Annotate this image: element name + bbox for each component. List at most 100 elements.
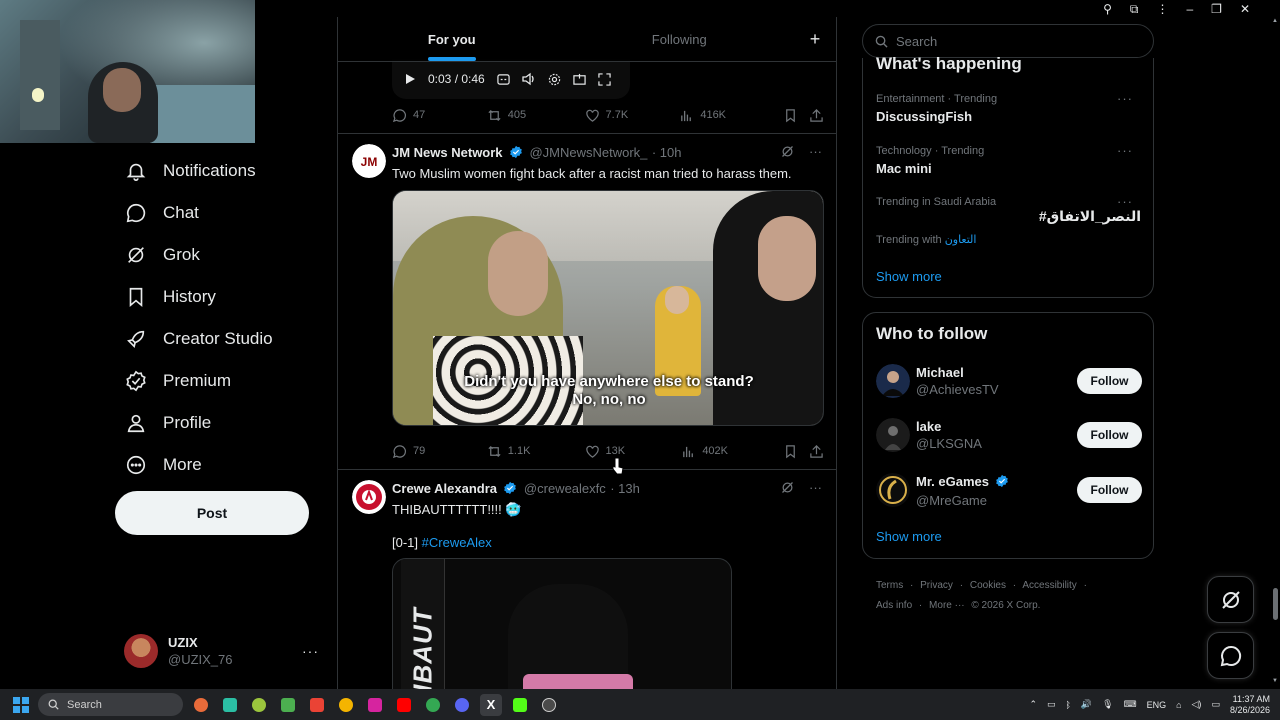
taskbar-app-chrome[interactable]	[422, 694, 444, 716]
show-more-link[interactable]: Show more	[876, 529, 942, 544]
taskbar-app-kick[interactable]	[509, 694, 531, 716]
taskbar-app-discord[interactable]	[451, 694, 473, 716]
taskbar-app-chat[interactable]	[335, 694, 357, 716]
share-icon[interactable]	[809, 108, 824, 123]
search-input[interactable]	[896, 33, 1136, 49]
follow-button[interactable]: Follow	[1077, 368, 1142, 394]
volume-icon[interactable]: ◁)	[1192, 699, 1202, 710]
settings-icon[interactable]	[548, 73, 561, 86]
close-icon[interactable]: ✕	[1240, 2, 1250, 16]
fullscreen-icon[interactable]	[598, 72, 611, 86]
taskbar-search[interactable]: Search	[38, 693, 183, 716]
reply-button[interactable]: 79	[392, 444, 487, 459]
account-more-icon[interactable]: ···	[302, 643, 319, 659]
footer-link-ads-info[interactable]: Ads info	[876, 600, 912, 611]
more-options-icon[interactable]: ···	[809, 144, 822, 159]
tray-overflow-icon[interactable]: ⌃	[1029, 699, 1037, 710]
post-button[interactable]: Post	[115, 491, 309, 535]
tray-app-icon[interactable]: ▭	[1047, 699, 1056, 710]
restore-icon[interactable]: ❐	[1211, 2, 1222, 16]
footer-link-accessibility[interactable]: Accessibility	[1022, 580, 1076, 591]
repost-button[interactable]: 405	[487, 108, 585, 123]
reply-button[interactable]: 47	[392, 108, 487, 123]
author-name[interactable]: Crewe Alexandra	[392, 481, 497, 496]
follow-suggestion[interactable]: Michael @AchievesTV Follow	[876, 361, 1142, 401]
follow-button[interactable]: Follow	[1077, 422, 1142, 448]
author-name[interactable]: JM News Network	[392, 145, 503, 160]
windows-start-icon[interactable]	[13, 697, 29, 713]
captions-icon[interactable]	[497, 73, 510, 86]
network-icon[interactable]: ⌂	[1176, 700, 1181, 710]
search-box[interactable]	[862, 24, 1154, 58]
show-more-link[interactable]: Show more	[876, 269, 942, 284]
grok-fab-button[interactable]	[1207, 576, 1254, 623]
trend-more-icon[interactable]: ···	[1117, 91, 1133, 106]
share-icon[interactable]	[809, 444, 824, 459]
footer-link-terms[interactable]: Terms	[876, 580, 903, 591]
scroll-up-icon[interactable]: ▲	[1272, 18, 1278, 24]
follow-suggestion[interactable]: lake @LKSGNA Follow	[876, 415, 1142, 455]
video-media[interactable]: Didn't you have anywhere else to stand? …	[392, 190, 824, 426]
trend-with-link[interactable]: التعاون	[945, 234, 977, 246]
zoom-icon[interactable]: ⚲	[1103, 2, 1112, 16]
tab-following[interactable]: Following	[566, 17, 794, 61]
nav-notifications[interactable]: Notifications	[115, 150, 325, 192]
taskbar-app-minecraft[interactable]	[277, 694, 299, 716]
views-button[interactable]: 402K	[681, 444, 783, 459]
pip-icon[interactable]	[573, 73, 586, 86]
nav-creator-studio[interactable]: Creator Studio	[115, 318, 325, 360]
messages-fab-button[interactable]	[1207, 632, 1254, 679]
language-indicator[interactable]: ENG	[1147, 700, 1167, 710]
taskbar-app-x[interactable]: X	[480, 693, 502, 716]
trend-more-icon[interactable]: ···	[1117, 194, 1133, 209]
author-handle[interactable]: @crewealexfc	[524, 481, 606, 496]
taskbar-app-obs[interactable]	[538, 694, 560, 716]
minimize-icon[interactable]: –	[1186, 2, 1193, 16]
avatar[interactable]: JM	[352, 144, 386, 178]
scroll-down-icon[interactable]: ▼	[1272, 678, 1278, 684]
repost-button[interactable]: 1.1K	[487, 444, 585, 459]
views-button[interactable]: 416K	[679, 108, 783, 123]
hashtag-link[interactable]: #CreweAlex	[422, 535, 492, 550]
browser-menu-icon[interactable]: ⋮	[1156, 2, 1168, 16]
volume-icon[interactable]	[522, 72, 536, 86]
taskbar-clock[interactable]: 11:37 AM 8/26/2026	[1230, 694, 1270, 716]
add-feed-icon[interactable]: +	[793, 17, 836, 61]
like-button[interactable]: 7.7K	[585, 108, 680, 123]
battery-icon[interactable]: ▭	[1211, 699, 1220, 710]
post-time[interactable]: · 13h	[610, 481, 640, 496]
footer-link-cookies[interactable]: Cookies	[970, 580, 1006, 591]
account-switcher[interactable]: UZIX @UZIX_76 ···	[115, 625, 325, 677]
follow-suggestion[interactable]: Mr. eGames @MreGame Follow	[876, 470, 1142, 510]
like-button[interactable]: 13K	[585, 444, 682, 459]
microphone-icon[interactable]: 🎙	[1102, 699, 1113, 710]
taskbar-app-gamepad[interactable]	[219, 694, 241, 716]
follow-button[interactable]: Follow	[1077, 477, 1142, 503]
trend-more-icon[interactable]: ···	[1117, 143, 1133, 158]
footer-link-more[interactable]: More ···	[929, 600, 965, 611]
trend-item[interactable]: Entertainment · Trending DiscussingFish …	[876, 91, 1141, 124]
grok-icon[interactable]	[780, 144, 795, 159]
nav-profile[interactable]: Profile	[115, 402, 325, 444]
post-media[interactable]: IBAUT	[392, 558, 732, 690]
nav-history[interactable]: History	[115, 276, 325, 318]
avatar[interactable]	[352, 480, 386, 514]
page-scrollbar[interactable]: ▲ ▼	[1271, 18, 1280, 688]
author-handle[interactable]: @JMNewsNetwork_	[529, 145, 647, 160]
nav-premium[interactable]: Premium	[115, 360, 325, 402]
speaker-icon[interactable]: 🔊	[1081, 699, 1092, 710]
taskbar-app-youtube[interactable]	[393, 694, 415, 716]
bluetooth-icon[interactable]: ᛒ	[1066, 700, 1071, 710]
post-time[interactable]: · 10h	[652, 145, 682, 160]
taskbar-app-xbox[interactable]	[248, 694, 270, 716]
nav-chat[interactable]: Chat	[115, 192, 325, 234]
nav-grok[interactable]: Grok	[115, 234, 325, 276]
nav-more[interactable]: More	[115, 444, 325, 486]
trend-item[interactable]: Trending in Saudi Arabia #النصر_الاتفاق …	[876, 194, 1141, 246]
grok-icon[interactable]	[780, 480, 795, 495]
extensions-icon[interactable]: ⧉	[1130, 2, 1139, 17]
bookmark-icon[interactable]	[783, 444, 798, 459]
scrollbar-thumb[interactable]	[1273, 588, 1278, 620]
bookmark-icon[interactable]	[783, 108, 798, 123]
keyboard-icon[interactable]: ⌨	[1124, 699, 1137, 710]
